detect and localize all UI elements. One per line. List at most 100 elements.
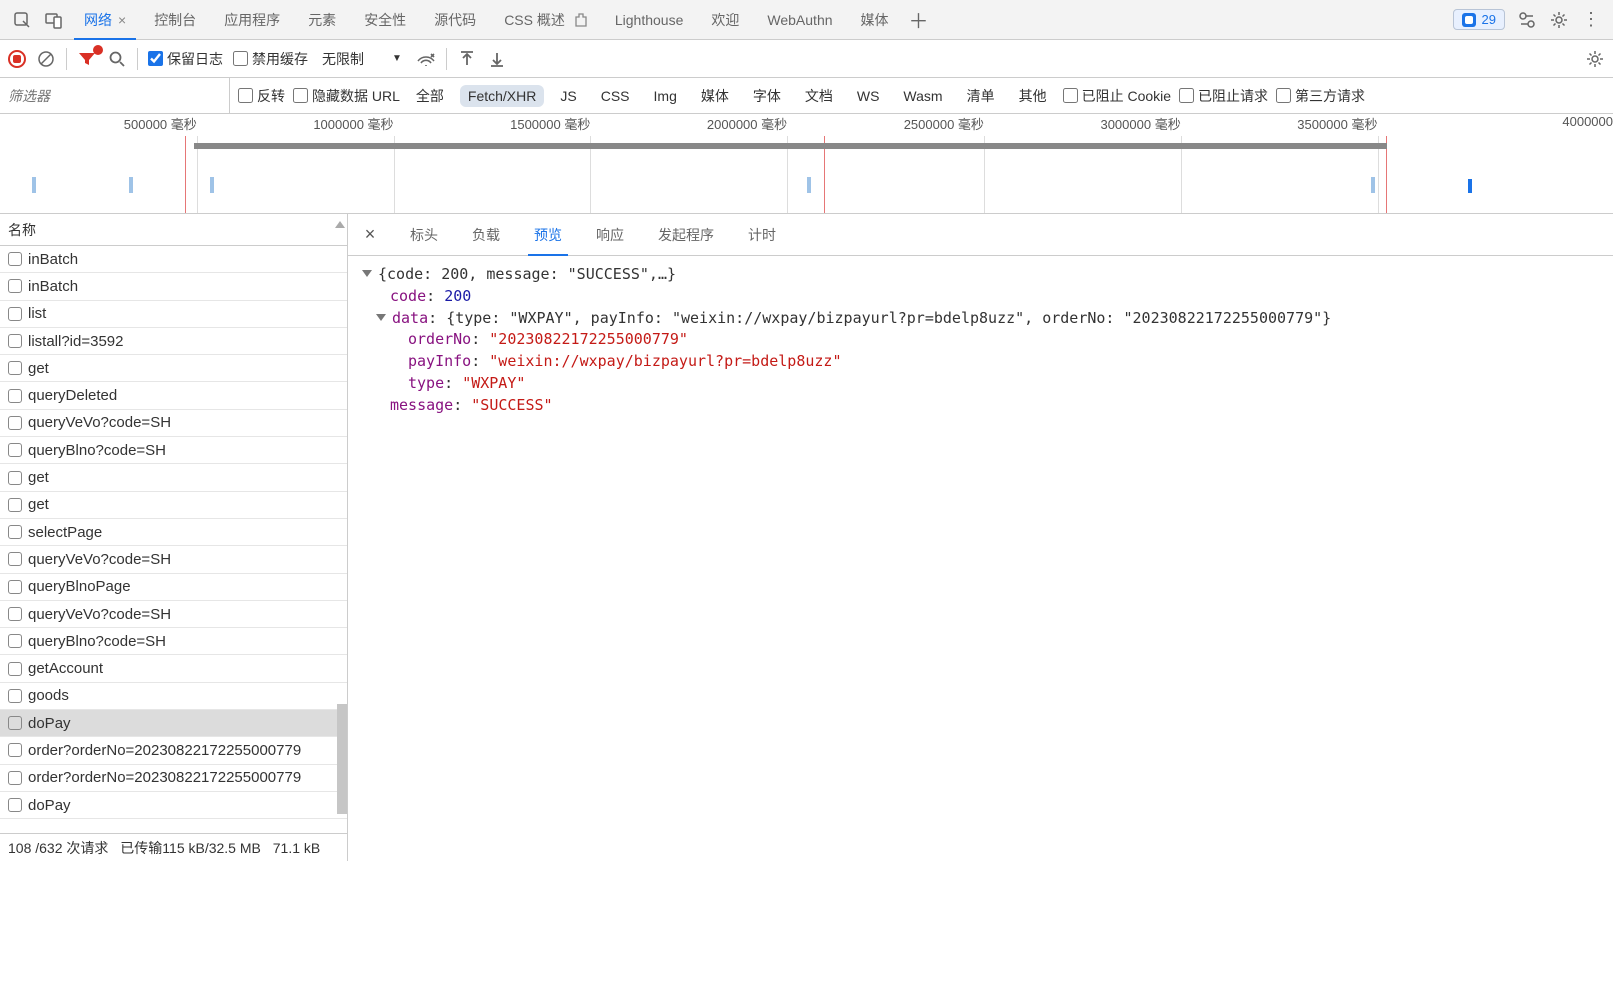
request-row[interactable]: get <box>0 492 347 519</box>
filter-chip-other[interactable]: 其他 <box>1011 83 1055 109</box>
filter-chip-fetchxhr[interactable]: Fetch/XHR <box>460 85 544 107</box>
tab-sources[interactable]: 源代码 <box>420 0 490 40</box>
blocked-cookies-checkbox[interactable]: 已阻止 Cookie <box>1063 86 1171 106</box>
filter-chip-img[interactable]: Img <box>646 85 685 107</box>
issues-badge[interactable]: 29 <box>1453 9 1505 30</box>
request-row[interactable]: selectPage <box>0 519 347 546</box>
more-icon[interactable]: ⋮ <box>1577 6 1605 34</box>
add-tab-icon[interactable]: ＋ <box>905 6 933 34</box>
request-row[interactable]: order?orderNo=20230822172255000779 <box>0 765 347 792</box>
dtab-headers[interactable]: 标头 <box>396 214 452 256</box>
preserve-log-input[interactable] <box>148 51 163 66</box>
filter-chip-js[interactable]: JS <box>552 85 584 107</box>
expand-icon[interactable] <box>376 314 386 321</box>
filter-chip-font[interactable]: 字体 <box>745 83 789 109</box>
request-name: inBatch <box>28 251 78 268</box>
blocked-requests-checkbox[interactable]: 已阻止请求 <box>1179 86 1268 106</box>
request-row[interactable]: queryBlno?code=SH <box>0 437 347 464</box>
timeline-tick: 3500000 毫秒 <box>1297 114 1377 133</box>
request-name: getAccount <box>28 660 103 677</box>
filter-chip-ws[interactable]: WS <box>849 85 888 107</box>
network-toolbar: 保留日志 禁用缓存 无限制 ▼ <box>0 40 1613 78</box>
filter-chip-css[interactable]: CSS <box>593 85 638 107</box>
search-icon[interactable] <box>107 49 127 69</box>
third-party-checkbox[interactable]: 第三方请求 <box>1276 86 1365 106</box>
network-conditions-icon[interactable] <box>416 49 436 69</box>
filter-chip-media[interactable]: 媒体 <box>693 83 737 109</box>
tab-network[interactable]: 网络 × <box>70 0 140 40</box>
tab-label: 媒体 <box>861 10 889 30</box>
tab-security[interactable]: 安全性 <box>350 0 420 40</box>
request-type-icon <box>8 307 22 321</box>
request-row[interactable]: goods <box>0 683 347 710</box>
clear-icon[interactable] <box>36 49 56 69</box>
tab-css-overview[interactable]: CSS 概述 <box>490 0 601 40</box>
device-toolbar-icon[interactable] <box>40 6 68 34</box>
filter-chip-all[interactable]: 全部 <box>408 83 452 109</box>
tab-welcome[interactable]: 欢迎 <box>697 0 753 40</box>
preserve-log-checkbox[interactable]: 保留日志 <box>148 49 223 69</box>
hide-data-urls-checkbox[interactable]: 隐藏数据 URL <box>293 86 400 106</box>
tab-elements[interactable]: 元素 <box>294 0 350 40</box>
request-row[interactable]: inBatch <box>0 273 347 300</box>
request-row[interactable]: get <box>0 355 347 382</box>
request-row[interactable]: queryBlnoPage <box>0 574 347 601</box>
dtab-payload[interactable]: 负载 <box>458 214 514 256</box>
scrollbar-thumb[interactable] <box>337 704 347 814</box>
tab-webauthn[interactable]: WebAuthn <box>753 0 846 40</box>
request-name: order?orderNo=20230822172255000779 <box>28 742 301 759</box>
request-name: queryDeleted <box>28 387 117 404</box>
dtab-preview[interactable]: 预览 <box>520 214 576 256</box>
request-row[interactable]: getAccount <box>0 655 347 682</box>
filter-chip-doc[interactable]: 文档 <box>797 83 841 109</box>
request-list-header[interactable]: 名称 <box>0 214 347 246</box>
request-row[interactable]: queryVeVo?code=SH <box>0 601 347 628</box>
timeline-overview[interactable]: 500000 毫秒 1000000 毫秒 1500000 毫秒 2000000 … <box>0 114 1613 214</box>
request-row[interactable]: list <box>0 301 347 328</box>
request-row[interactable]: listall?id=3592 <box>0 328 347 355</box>
request-row[interactable]: queryDeleted <box>0 382 347 409</box>
record-button[interactable] <box>8 50 26 68</box>
preview-body[interactable]: {code: 200, message: "SUCCESS",…} code: … <box>348 256 1613 861</box>
request-row[interactable]: get <box>0 464 347 491</box>
request-row[interactable]: queryBlno?code=SH <box>0 628 347 655</box>
expand-icon[interactable] <box>362 270 372 277</box>
filter-icon[interactable] <box>77 49 97 69</box>
issues-count: 29 <box>1482 12 1496 27</box>
tab-application[interactable]: 应用程序 <box>210 0 294 40</box>
settings-link-icon[interactable] <box>1513 6 1541 34</box>
disable-cache-input[interactable] <box>233 51 248 66</box>
request-row[interactable]: inBatch <box>0 246 347 273</box>
timeline-tick: 2500000 毫秒 <box>904 114 984 133</box>
close-icon[interactable]: × <box>358 224 382 245</box>
request-row[interactable]: queryVeVo?code=SH <box>0 546 347 573</box>
request-name: doPay <box>28 797 71 814</box>
tab-media[interactable]: 媒体 <box>847 0 903 40</box>
scroll-up-icon[interactable] <box>335 220 345 228</box>
filter-chip-manifest[interactable]: 清单 <box>959 83 1003 109</box>
dtab-response[interactable]: 响应 <box>582 214 638 256</box>
request-row[interactable]: order?orderNo=20230822172255000779 <box>0 737 347 764</box>
invert-checkbox[interactable]: 反转 <box>238 86 285 106</box>
request-name: selectPage <box>28 524 102 541</box>
disable-cache-checkbox[interactable]: 禁用缓存 <box>233 49 308 69</box>
close-icon[interactable]: × <box>118 12 126 28</box>
filter-input[interactable] <box>0 78 230 113</box>
filter-chip-wasm[interactable]: Wasm <box>895 85 950 107</box>
request-row[interactable]: doPay <box>0 710 347 737</box>
throttle-select[interactable]: 无限制 ▼ <box>318 49 406 69</box>
gear-icon[interactable] <box>1545 6 1573 34</box>
inspect-element-icon[interactable] <box>8 6 36 34</box>
request-name: queryBlno?code=SH <box>28 633 166 650</box>
request-type-icon <box>8 361 22 375</box>
upload-har-icon[interactable] <box>457 49 477 69</box>
download-har-icon[interactable] <box>487 49 507 69</box>
dtab-initiator[interactable]: 发起程序 <box>644 214 728 256</box>
status-requests: 108 /632 次请求 <box>8 838 108 858</box>
tab-lighthouse[interactable]: Lighthouse <box>601 0 698 40</box>
request-row[interactable]: queryVeVo?code=SH <box>0 410 347 437</box>
dtab-timing[interactable]: 计时 <box>734 214 790 256</box>
tab-console[interactable]: 控制台 <box>140 0 210 40</box>
request-row[interactable]: doPay <box>0 792 347 819</box>
gear-icon[interactable] <box>1585 49 1605 69</box>
